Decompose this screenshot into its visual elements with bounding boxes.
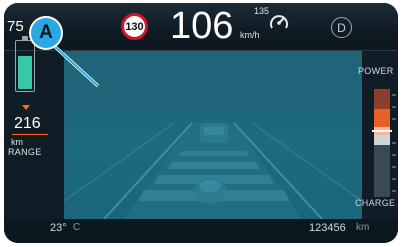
- battery-percent: 75: [7, 18, 24, 35]
- current-speed: 106: [170, 5, 234, 47]
- range-value: 216: [14, 115, 41, 132]
- speed-limit-sign: 130: [121, 13, 148, 40]
- own-vehicle-icon: [193, 178, 227, 204]
- power-label: POWER: [358, 66, 394, 76]
- central-display: [64, 51, 362, 219]
- odometer-unit: km: [356, 222, 370, 233]
- range-arrow-icon: [22, 105, 30, 110]
- vehicle-ahead-icon: [200, 123, 228, 143]
- power-charge-panel: [362, 51, 398, 219]
- battery-level-fill: [18, 55, 32, 89]
- cruise-control-icon: [270, 15, 288, 29]
- callout-marker: A: [29, 16, 63, 50]
- speed-unit: km/h: [240, 30, 260, 40]
- power-charge-gauge: [372, 89, 396, 197]
- cruise-set-speed: 135: [254, 6, 270, 16]
- outside-temperature: 23°: [50, 222, 67, 234]
- road-view-graphic: [64, 51, 362, 219]
- gear-indicator: D: [331, 17, 352, 38]
- range-divider: [12, 134, 48, 135]
- battery-icon: [15, 40, 35, 92]
- range-unit: km: [11, 137, 23, 147]
- temperature-unit: C: [73, 222, 81, 233]
- odometer-value: 123456: [309, 222, 346, 234]
- charge-label: CHARGE: [355, 198, 396, 208]
- range-label: RANGE: [8, 147, 42, 157]
